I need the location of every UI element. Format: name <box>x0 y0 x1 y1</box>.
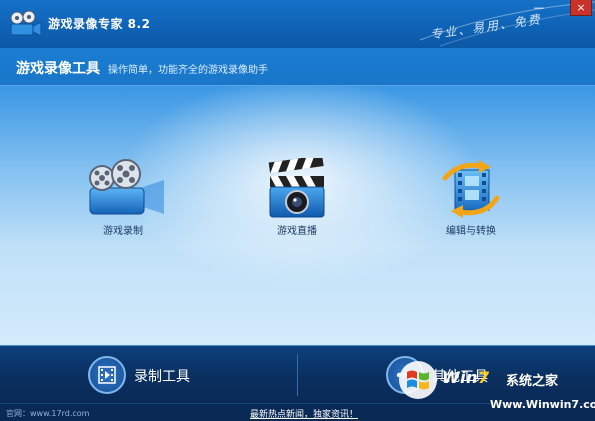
edit-convert-tool[interactable]: 编辑与转换 <box>416 158 526 238</box>
watermark-brand: Win7 <box>442 368 490 387</box>
game-live-tool[interactable]: 游戏直播 <box>242 158 352 238</box>
watermark-brand-number: 7 <box>478 368 490 387</box>
record-tools-label: 录制工具 <box>134 369 190 385</box>
film-convert-icon <box>442 160 500 218</box>
app-title: 游戏录像专家 8.2 <box>48 17 151 31</box>
game-record-tool[interactable]: 游戏录制 <box>68 158 178 238</box>
watermark-logo: Win7 系统之家 Www.Winwin7.com <box>398 360 595 418</box>
minimize-button[interactable]: — <box>531 0 547 16</box>
game-record-label: 游戏录制 <box>103 226 143 237</box>
close-button[interactable]: × <box>570 0 592 16</box>
record-tools-icon-ring <box>88 356 126 394</box>
watermark-brand-cn: 系统之家 <box>506 374 559 389</box>
edit-convert-label: 编辑与转换 <box>446 226 496 237</box>
main-content: 游戏录制 游戏直播 编辑与转换 <box>0 86 595 345</box>
section-header: 游戏录像工具 操作简单，功能齐全的游戏录像助手 <box>0 48 595 86</box>
watermark-url: Www.Winwin7.com <box>490 398 595 411</box>
title-bar[interactable]: 游戏录像专家 8.2 专业、易用、免费 — × <box>0 0 595 48</box>
section-subtitle: 操作简单，功能齐全的游戏录像助手 <box>108 65 268 76</box>
record-tools-button[interactable]: 录制工具 <box>88 356 218 394</box>
app-window: 游戏录像专家 8.2 专业、易用、免费 — × 游戏录像工具 操作简单，功能齐全… <box>0 0 595 421</box>
news-link[interactable]: 最新热点新闻，独家资讯！ <box>250 407 358 420</box>
watermark-brand-prefix: Win <box>442 368 479 387</box>
section-title: 游戏录像工具 <box>16 61 100 77</box>
game-live-label: 游戏直播 <box>277 226 317 237</box>
film-camera-icon <box>89 159 164 215</box>
clapperboard-camera-icon <box>268 158 325 218</box>
film-record-icon <box>98 366 116 384</box>
windows-flag-icon <box>399 361 437 399</box>
bottom-divider <box>297 354 298 396</box>
app-logo-icon <box>10 10 42 37</box>
official-site-text: 官网：www.17rd.com <box>6 409 90 418</box>
